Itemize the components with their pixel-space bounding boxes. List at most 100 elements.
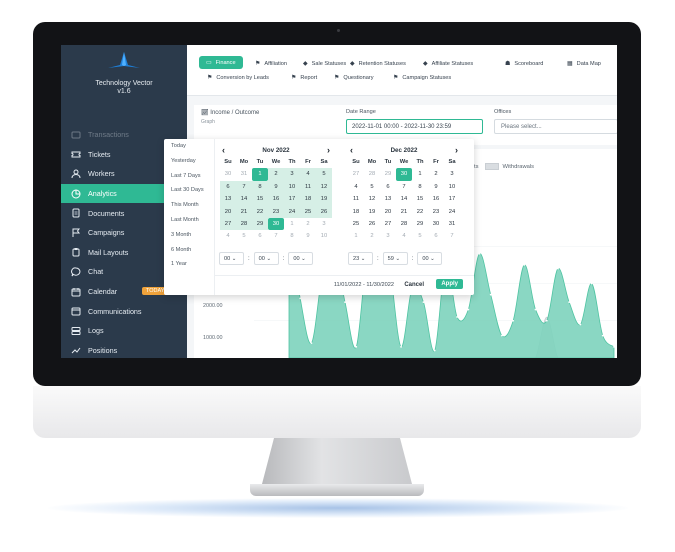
calendar-day[interactable]: 5: [364, 181, 380, 193]
calendar-day[interactable]: 8: [284, 230, 300, 242]
data-point[interactable]: [456, 316, 459, 318]
calendar-day[interactable]: 28: [396, 218, 412, 230]
calendar-day[interactable]: 8: [252, 180, 268, 194]
calendar-day[interactable]: 1: [412, 168, 428, 180]
calendar-day[interactable]: 4: [348, 181, 364, 193]
calendar-day[interactable]: 7: [236, 180, 252, 194]
calendar-day[interactable]: 1: [252, 168, 268, 181]
end-minute-select[interactable]: 59 ⌄: [382, 252, 408, 265]
start-second-select[interactable]: 00 ⌄: [288, 252, 314, 265]
range-today[interactable]: Today: [171, 143, 186, 149]
calendar-day[interactable]: 8: [412, 181, 428, 193]
calendar-day[interactable]: 3: [444, 168, 460, 180]
calendar-day[interactable]: 29: [252, 217, 268, 231]
calendar-day[interactable]: 2: [364, 230, 380, 242]
calendar-day[interactable]: 11: [300, 180, 316, 194]
calendar-day[interactable]: 7: [444, 230, 460, 242]
sidebar-item-positions[interactable]: Positions: [61, 341, 187, 358]
data-point[interactable]: [512, 319, 515, 322]
calendar-day[interactable]: 22: [252, 205, 268, 218]
data-point[interactable]: [523, 263, 526, 266]
calendar-day[interactable]: 31: [444, 218, 460, 230]
sidebar-item-communications[interactable]: Communications: [61, 301, 187, 321]
calendar-day[interactable]: 1: [348, 230, 364, 242]
calendar-day[interactable]: 6: [220, 180, 236, 194]
tab-finance[interactable]: ▭ Finance: [199, 56, 243, 69]
data-point[interactable]: [601, 334, 604, 337]
calendar-day[interactable]: 10: [444, 181, 460, 193]
calendar-day[interactable]: 19: [316, 193, 332, 206]
sidebar-item-logs[interactable]: Logs: [61, 321, 187, 341]
calendar-day[interactable]: 2: [268, 168, 284, 181]
next-month-icon[interactable]: ›: [455, 145, 458, 155]
start-hour-select[interactable]: 00 ⌄: [219, 252, 244, 265]
data-point[interactable]: [501, 334, 503, 337]
tab-sale-statuses[interactable]: ◆ Sale Statuses: [303, 60, 346, 68]
data-point[interactable]: [422, 301, 425, 304]
calendar-day[interactable]: 16: [268, 193, 284, 206]
calendar-day[interactable]: 3: [284, 168, 300, 181]
tab-campaign-statuses[interactable]: ⚑ Campaign Statuses: [393, 74, 451, 82]
apply-button[interactable]: Apply: [436, 279, 463, 289]
calendar-day[interactable]: 16: [428, 193, 444, 205]
calendar-day[interactable]: 9: [268, 180, 284, 194]
tab-scoreboard[interactable]: ☗ Scoreboard: [505, 60, 543, 68]
tab-affiliate-statuses[interactable]: ◆ Affiliate Statuses: [423, 60, 473, 68]
calendar-day[interactable]: 4: [220, 230, 236, 242]
cancel-button[interactable]: Cancel: [402, 280, 426, 290]
range-last-7-days[interactable]: Last 7 Days: [171, 173, 201, 179]
prev-month-icon[interactable]: ‹: [222, 145, 225, 155]
calendar-day[interactable]: 14: [236, 193, 252, 206]
calendar-day[interactable]: 23: [268, 205, 284, 218]
calendar-day[interactable]: 25: [300, 205, 316, 218]
calendar-day[interactable]: 3: [316, 218, 332, 230]
calendar-day[interactable]: 13: [380, 193, 396, 205]
calendar-day[interactable]: 31: [236, 168, 252, 180]
data-point[interactable]: [579, 323, 582, 326]
calendar-day[interactable]: 17: [444, 193, 460, 205]
calendar-day[interactable]: 14: [396, 193, 412, 205]
data-point[interactable]: [433, 349, 436, 352]
calendar-day[interactable]: 9: [428, 181, 444, 193]
calendar-day[interactable]: 4: [300, 168, 316, 181]
calendar-day[interactable]: 2: [428, 168, 444, 180]
data-point[interactable]: [310, 342, 313, 344]
range-last-month[interactable]: Last Month: [171, 217, 199, 223]
calendar-day[interactable]: 20: [380, 206, 396, 218]
calendar-day[interactable]: 24: [444, 206, 460, 218]
data-point[interactable]: [344, 301, 346, 304]
tab-affiliation[interactable]: ⚑ Affiliation: [255, 60, 287, 68]
calendar-day[interactable]: 7: [268, 230, 284, 242]
range-1-year[interactable]: 1 Year: [171, 261, 187, 267]
calendar-day[interactable]: 23: [428, 206, 444, 218]
calendar-day[interactable]: 30: [220, 168, 236, 180]
calendar-day[interactable]: 6: [252, 230, 268, 242]
data-point[interactable]: [568, 301, 571, 304]
tab-data-map[interactable]: ▦ Data Map: [567, 60, 601, 68]
calendar-day[interactable]: 12: [364, 193, 380, 205]
data-point[interactable]: [299, 297, 302, 300]
range-3-month[interactable]: 3 Month: [171, 232, 191, 238]
start-minute-select[interactable]: 00 ⌄: [253, 252, 279, 265]
next-month-icon[interactable]: ›: [327, 145, 330, 155]
calendar-day[interactable]: 21: [236, 205, 252, 218]
legend-withdrawals-swatch[interactable]: [484, 163, 499, 170]
calendar-day[interactable]: 11: [348, 193, 364, 205]
calendar-day[interactable]: 22: [412, 206, 428, 218]
range-6-month[interactable]: 6 Month: [171, 247, 191, 253]
data-point[interactable]: [467, 308, 470, 311]
calendar-day[interactable]: 28: [364, 168, 380, 180]
data-point[interactable]: [534, 308, 537, 311]
calendar-day[interactable]: 3: [380, 230, 396, 242]
calendar-day[interactable]: 10: [316, 230, 332, 242]
calendar-day[interactable]: 18: [348, 206, 364, 218]
tab-report[interactable]: ⚑ Report: [291, 74, 317, 82]
calendar-day[interactable]: 15: [412, 193, 428, 205]
data-point[interactable]: [557, 267, 559, 270]
calendar-day[interactable]: 21: [396, 206, 412, 218]
calendar-day[interactable]: 12: [316, 180, 332, 194]
prev-month-icon[interactable]: ‹: [350, 145, 353, 155]
date-range-input[interactable]: 2022-11-01 00:00 - 2022-11-30 23:59: [346, 119, 483, 134]
calendar-day[interactable]: 2: [300, 218, 316, 230]
calendar-day[interactable]: 5: [412, 230, 428, 242]
